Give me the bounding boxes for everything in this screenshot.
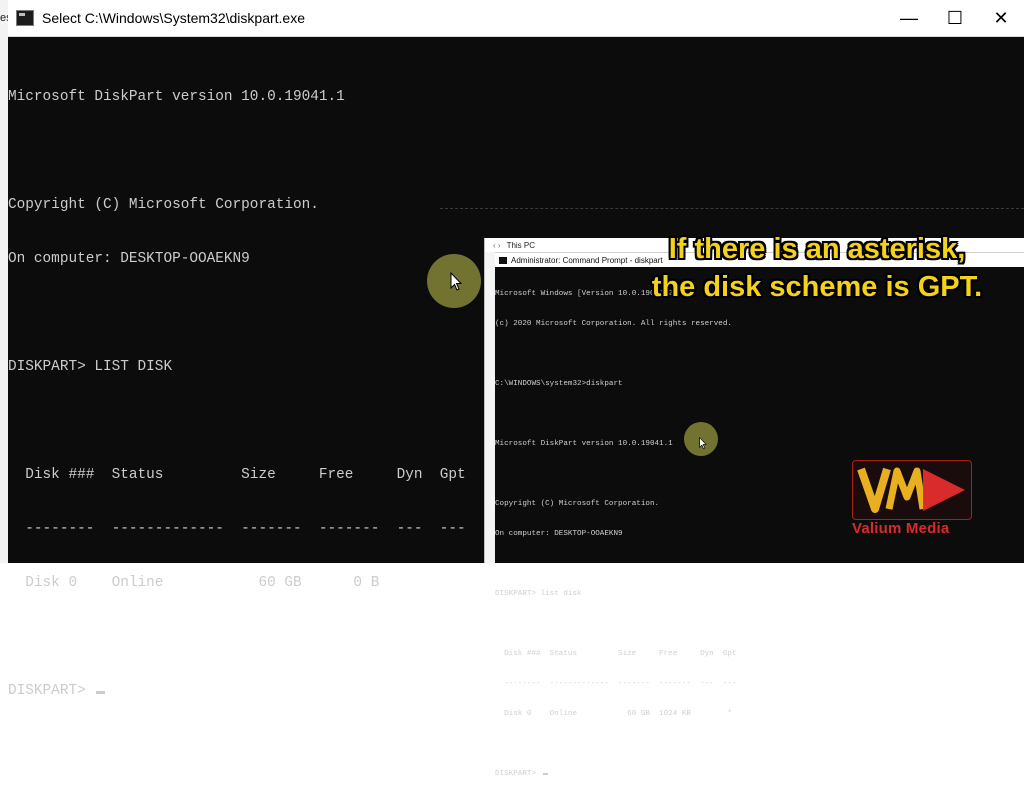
explorer-sidebar: [485, 252, 495, 563]
caption-line: the disk scheme is GPT.: [651, 271, 983, 303]
cmd-prompt-line[interactable]: DISKPART>: [495, 769, 737, 779]
maximize-button[interactable]: ☐: [932, 0, 978, 36]
cmd-line: [495, 619, 737, 629]
close-icon: ✕: [993, 7, 1009, 28]
cmd-line: [495, 739, 737, 749]
caption-line: If there is an asterisk,: [668, 233, 966, 265]
text-cursor: [96, 691, 106, 694]
cmd-app-icon: [499, 257, 507, 264]
cmd-line: On computer: DESKTOP-OOAEKN9: [495, 530, 623, 538]
logo-text: Valium Media: [852, 520, 950, 537]
explorer-path: This PC: [506, 240, 536, 250]
text-cursor: [542, 773, 548, 775]
console-app-icon: [16, 10, 34, 26]
divider-artifact: [440, 208, 1024, 209]
console-prompt: DISKPART>: [8, 683, 95, 699]
console-line: Copyright (C) Microsoft Corporation.: [8, 197, 319, 213]
minimize-icon: —: [900, 7, 918, 28]
cmd-line: Copyright (C) Microsoft Corporation.: [495, 500, 660, 508]
brand-logo: Valium Media: [852, 460, 972, 540]
play-logo-icon: [857, 467, 965, 513]
window-title: Select C:\Windows\System32\diskpart.exe: [42, 10, 305, 26]
close-button[interactable]: ✕: [978, 0, 1024, 36]
cmd-line: Disk 0 Online 60 GB 1024 KB *: [495, 710, 732, 718]
logo-emblem: [852, 460, 972, 520]
mouse-pointer-icon: [699, 437, 707, 450]
cmd-line: [495, 469, 737, 479]
cmd-line: [495, 349, 737, 359]
minimize-button[interactable]: —: [886, 0, 932, 36]
title-bar[interactable]: Select C:\Windows\System32\diskpart.exe …: [8, 0, 1024, 37]
cmd-line: [495, 559, 737, 569]
cmd-line: DISKPART> list disk: [495, 590, 582, 598]
console-line: Microsoft DiskPart version 10.0.19041.1: [8, 89, 345, 105]
cmd-line: -------- ------------- ------- ------- -…: [495, 680, 737, 688]
caption-overlay: If there is an asterisk, the disk scheme…: [610, 230, 1024, 306]
cmd-line: Disk ### Status Size Free Dyn Gpt: [495, 650, 737, 658]
maximize-icon: ☐: [946, 7, 964, 28]
cmd-prompt: DISKPART>: [495, 770, 541, 778]
mouse-pointer-icon: [450, 272, 463, 291]
cmd-line: [495, 409, 737, 419]
cmd-line: (c) 2020 Microsoft Corporation. All righ…: [495, 320, 732, 328]
nav-arrows-icon: ‹ ›: [493, 240, 501, 250]
cmd-line: C:\WINDOWS\system32>diskpart: [495, 380, 623, 388]
